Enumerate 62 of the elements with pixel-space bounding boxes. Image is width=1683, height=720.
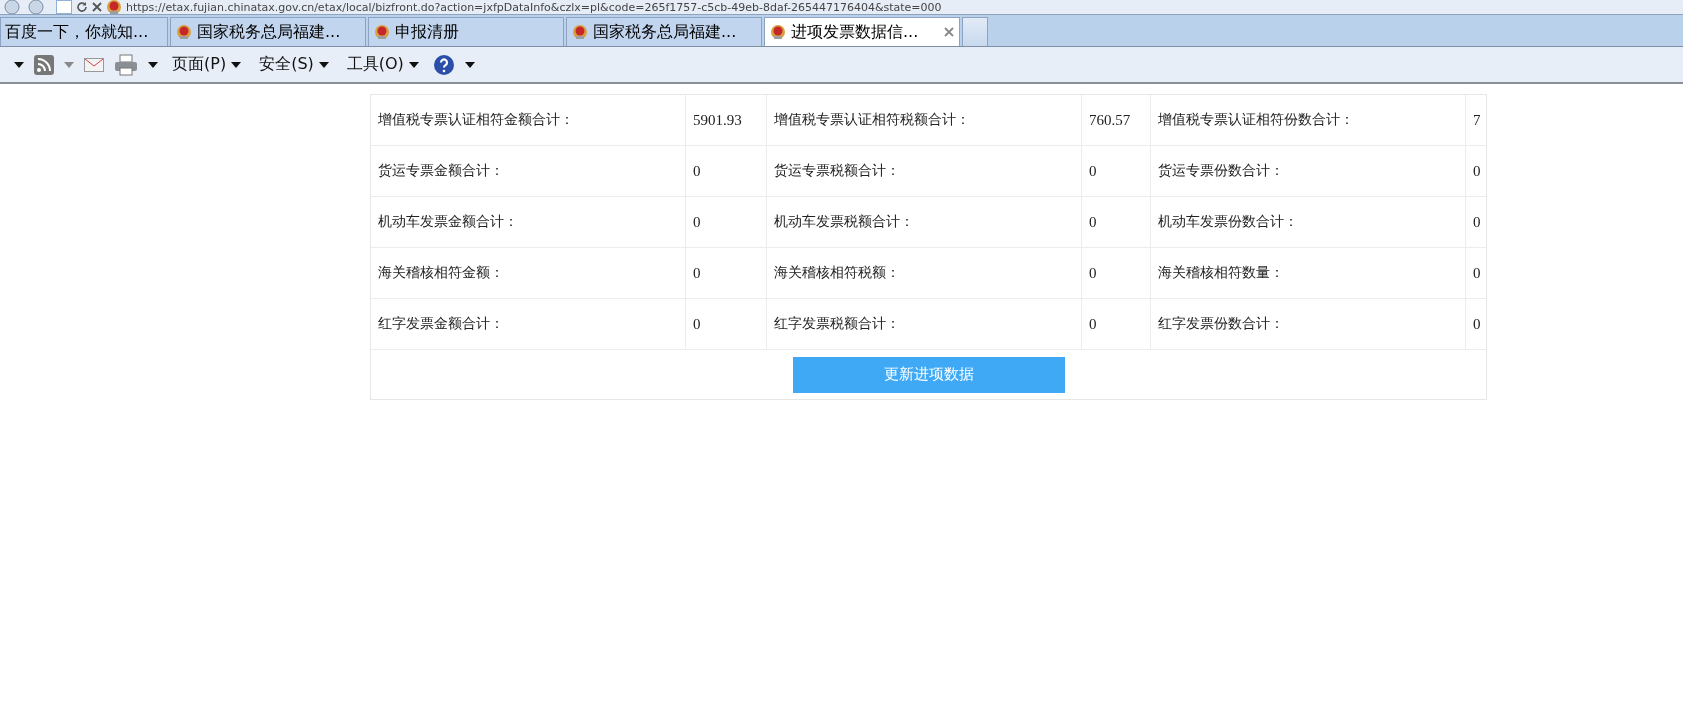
emblem-icon (572, 24, 588, 40)
label-cell: 机动车发票份数合计： (1151, 197, 1466, 247)
value-cell-text: 0 (1472, 212, 1482, 232)
emblem-icon (106, 0, 122, 14)
caret-icon (408, 61, 419, 68)
value-cell: 0 (686, 146, 767, 196)
caret-icon (231, 61, 242, 68)
label-cell: 货运专票金额合计： (371, 146, 686, 196)
value-cell: 0 (1082, 299, 1151, 349)
browser-tab[interactable]: 申报清册 (368, 17, 564, 46)
mail-icon[interactable] (84, 57, 104, 72)
label-cell: 货运专票份数合计： (1151, 146, 1466, 196)
label-cell: 海关稽核相符税额： (767, 248, 1082, 298)
caret-icon (318, 61, 329, 68)
label-cell: 海关稽核相符数量： (1151, 248, 1466, 298)
caret-icon[interactable] (148, 61, 158, 68)
emblem-icon (770, 24, 786, 40)
tab-title: 百度一下，你就知... (5, 21, 150, 43)
value-cell: 0 (1082, 146, 1151, 196)
label-cell: 红字发票份数合计： (1151, 299, 1466, 349)
label-cell: 增值税专票认证相符税额合计： (767, 95, 1082, 145)
value-cell: 0 (686, 197, 767, 247)
value-cell: 0 (1082, 197, 1151, 247)
browser-tab[interactable]: 国家税务总局福建... (170, 17, 366, 46)
caret-icon[interactable] (14, 61, 24, 68)
value-cell-text: 7 (1472, 110, 1482, 130)
browser-tab[interactable]: 国家税务总局福建... (566, 17, 762, 46)
browser-tab[interactable]: 进项发票数据信... (764, 17, 960, 46)
close-icon[interactable] (944, 27, 954, 37)
menu-button[interactable]: 安全(S) (259, 54, 329, 75)
refresh-icon[interactable] (76, 1, 88, 13)
tab-title: 国家税务总局福建... (593, 21, 738, 43)
rss-icon[interactable] (34, 54, 54, 75)
value-cell-text: 0 (1472, 314, 1482, 334)
label-cell: 货运专票税额合计： (767, 146, 1082, 196)
label-cell: 红字发票税额合计： (767, 299, 1082, 349)
printer-icon[interactable] (114, 53, 138, 76)
label-cell: 红字发票金额合计： (371, 299, 686, 349)
close-icon[interactable] (92, 2, 102, 12)
value-cell-text: 0 (1472, 263, 1482, 283)
value-cell: 5901.93 (686, 95, 767, 145)
help-icon[interactable] (432, 53, 455, 76)
emblem-icon (374, 24, 390, 40)
tab-title: 进项发票数据信... (791, 21, 920, 43)
label-cell: 机动车发票金额合计： (371, 197, 686, 247)
label-cell: 机动车发票税额合计： (767, 197, 1082, 247)
value-cell: 0 (686, 248, 767, 298)
label-cell: 增值税专票认证相符份数合计： (1151, 95, 1466, 145)
menu-button[interactable]: 页面(P) (172, 54, 242, 75)
value-cell: 0 (686, 299, 767, 349)
emblem-icon (176, 24, 192, 40)
value-cell-text: 0 (1472, 161, 1482, 181)
label-cell: 海关稽核相符金额： (371, 248, 686, 298)
caret-icon[interactable] (464, 61, 475, 68)
menu-button[interactable]: 工具(O) (346, 54, 419, 75)
browser-tab[interactable]: 百度一下，你就知... (0, 17, 168, 46)
tab-title: 国家税务总局福建... (197, 21, 342, 43)
page-icon (56, 0, 72, 14)
tab-title: 申报清册 (395, 21, 460, 43)
label-cell: 增值税专票认证相符金额合计： (371, 95, 686, 145)
value-cell: 760.57 (1082, 95, 1151, 145)
value-cell: 0 (1082, 248, 1151, 298)
